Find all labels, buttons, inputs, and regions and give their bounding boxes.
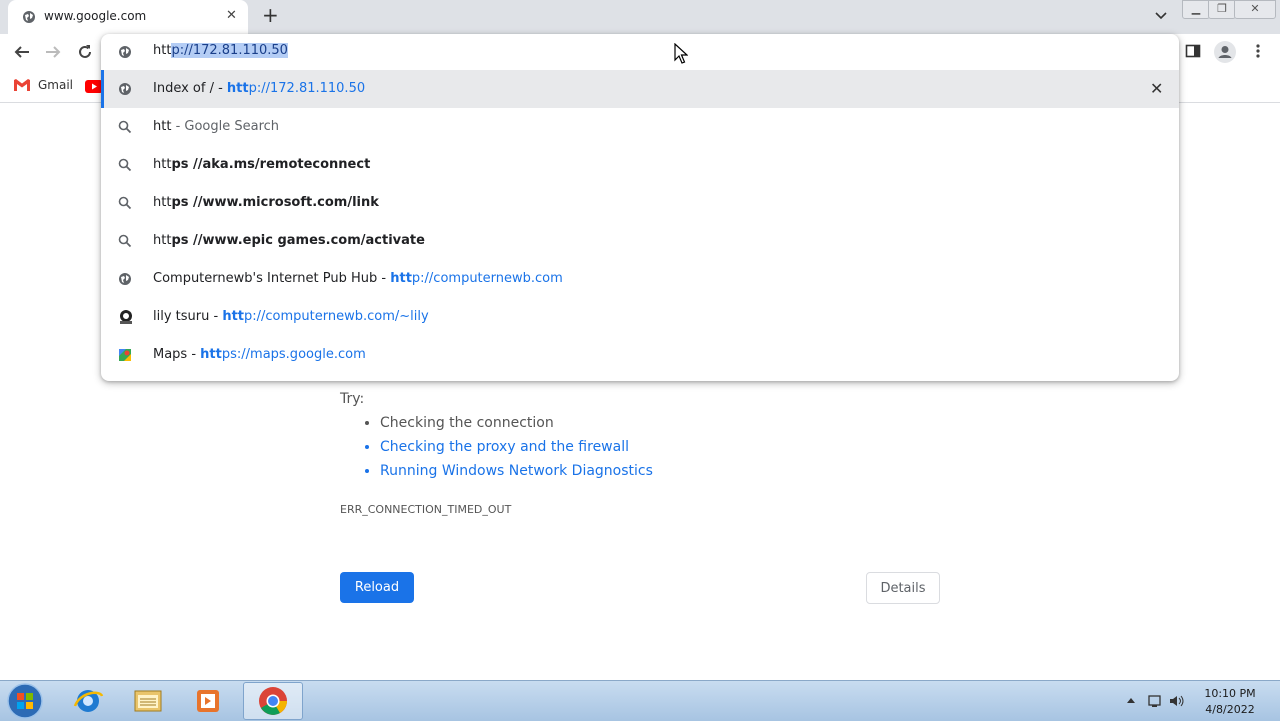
suggestion-match: htt [222, 309, 244, 324]
new-tab-icon[interactable]: + [262, 3, 279, 27]
omnibox-suggestion[interactable]: htt - Google Search [101, 108, 1179, 146]
maps-icon [118, 347, 132, 366]
system-clock[interactable]: 10:10 PM 4/8/2022 [1196, 686, 1264, 718]
suggestion-text: https //www.microsoft.com/link [153, 195, 379, 210]
suggestion-match: ps //www.epic games.com/activate [171, 233, 425, 248]
bookmark-label: Gmail [38, 78, 74, 92]
mouse-cursor-icon [674, 42, 689, 69]
restore-button[interactable]: ❐ [1208, 0, 1236, 19]
suggestion-text: Computernewb's Internet Pub Hub - http:/… [153, 271, 563, 286]
suggestion-suffix: p://172.81.110.50 [248, 81, 366, 96]
suggestion-prefix: Maps - [153, 347, 201, 362]
typed-text: htt [153, 43, 172, 58]
start-button[interactable] [5, 682, 45, 724]
suggestion-prefix: lily tsuru - [153, 309, 223, 324]
suggestion-prefix: htt [153, 233, 172, 248]
reload-icon[interactable] [76, 43, 94, 65]
minimize-button[interactable]: ▁ [1182, 0, 1210, 19]
globe-icon [22, 9, 36, 28]
suggestion-match: ps //www.microsoft.com/link [171, 195, 379, 210]
suggestion-prefix: htt [153, 119, 172, 134]
omnibox-suggestion[interactable]: Maps - https://maps.google.com [101, 336, 1179, 374]
browser-tab[interactable]: www.google.com ✕ [8, 0, 248, 34]
search-icon [118, 195, 132, 214]
suggestion-prefix: htt [153, 157, 172, 172]
profile-avatar-icon[interactable] [1214, 41, 1236, 67]
error-suggestions: Checking the connection Checking the pro… [360, 412, 653, 484]
omnibox-dropdown: http://172.81.110.50 Index of / - http:/… [101, 34, 1179, 381]
file-explorer-icon[interactable] [120, 682, 176, 720]
chrome-icon[interactable] [243, 682, 303, 720]
address-bar[interactable]: http://172.81.110.50 [101, 34, 1179, 70]
system-tray[interactable] [1124, 693, 1188, 713]
forward-arrow-icon[interactable] [44, 43, 62, 65]
reload-button[interactable]: Reload [340, 572, 414, 603]
suggestion-suffix: p://computernewb.com/~lily [244, 309, 429, 324]
site-favicon-icon [118, 309, 134, 329]
omnibox-suggestion[interactable]: Index of / - http://172.81.110.50 ✕ [101, 70, 1179, 108]
side-panel-icon[interactable] [1185, 43, 1201, 63]
try-label: Try: [340, 391, 365, 407]
suggestion-match: htt [390, 271, 412, 286]
tab-close-icon[interactable]: ✕ [226, 8, 237, 23]
globe-icon [118, 271, 132, 290]
tab-title: www.google.com [44, 9, 147, 23]
suggestion-prefix: Index of / - [153, 81, 227, 96]
omnibox-suggestion[interactable]: lily tsuru - http://computernewb.com/~li… [101, 298, 1179, 336]
suggestion-text: Maps - https://maps.google.com [153, 347, 366, 362]
tab-strip: www.google.com ✕ + ▁ ❐ ✕ [0, 0, 1280, 34]
suggestion-match: htt [226, 81, 249, 96]
suggestion-text: https //aka.ms/remoteconnect [153, 157, 370, 172]
suggestion-suffix: ps://maps.google.com [221, 347, 366, 362]
chevron-down-icon[interactable] [1154, 8, 1168, 27]
suggestion-text: htt - Google Search [153, 119, 279, 134]
suggestion-prefix: Computernewb's Internet Pub Hub - [153, 271, 391, 286]
error-code: ERR_CONNECTION_TIMED_OUT [340, 503, 512, 516]
suggestion-suffix: p://computernewb.com [411, 271, 563, 286]
autocomplete-selection: p://172.81.110.50 [171, 43, 288, 58]
suggestion-match: ps //aka.ms/remoteconnect [171, 157, 371, 172]
more-menu-icon[interactable] [1250, 43, 1266, 63]
search-icon [118, 233, 132, 252]
omnibox-suggestion[interactable]: https //aka.ms/remoteconnect [101, 146, 1179, 184]
suggestion-text: Index of / - http://172.81.110.50 [153, 81, 365, 96]
globe-icon [118, 44, 132, 63]
back-arrow-icon[interactable] [13, 43, 31, 65]
bookmark-gmail[interactable]: Gmail [13, 77, 73, 96]
suggestion-text: https //www.epic games.com/activate [153, 233, 425, 248]
internet-explorer-icon[interactable] [60, 682, 116, 720]
search-icon [118, 157, 132, 176]
clock-date: 4/8/2022 [1205, 703, 1255, 716]
taskbar: 10:10 PM 4/8/2022 [0, 680, 1280, 721]
address-input[interactable]: http://172.81.110.50 [153, 43, 288, 58]
suggestion-suffix: - Google Search [171, 119, 280, 134]
globe-icon [118, 81, 132, 100]
proxy-firewall-link[interactable]: Checking the proxy and the firewall [380, 436, 653, 460]
omnibox-suggestion[interactable]: https //www.microsoft.com/link [101, 184, 1179, 222]
details-button[interactable]: Details [866, 572, 940, 604]
suggestion-match: htt [200, 347, 222, 362]
search-icon [118, 119, 132, 138]
window-close-button[interactable]: ✕ [1234, 0, 1276, 19]
suggestion-text: lily tsuru - http://computernewb.com/~li… [153, 309, 429, 324]
gmail-icon [13, 77, 31, 96]
media-player-icon[interactable] [180, 682, 236, 720]
clock-time: 10:10 PM [1204, 687, 1256, 700]
omnibox-suggestion[interactable]: Computernewb's Internet Pub Hub - http:/… [101, 260, 1179, 298]
network-diagnostics-link[interactable]: Running Windows Network Diagnostics [380, 460, 653, 484]
omnibox-suggestion[interactable]: https //www.epic games.com/activate [101, 222, 1179, 260]
suggestion-text: Checking the connection [380, 412, 653, 436]
remove-suggestion-icon[interactable]: ✕ [1150, 79, 1163, 98]
suggestion-prefix: htt [153, 195, 172, 210]
